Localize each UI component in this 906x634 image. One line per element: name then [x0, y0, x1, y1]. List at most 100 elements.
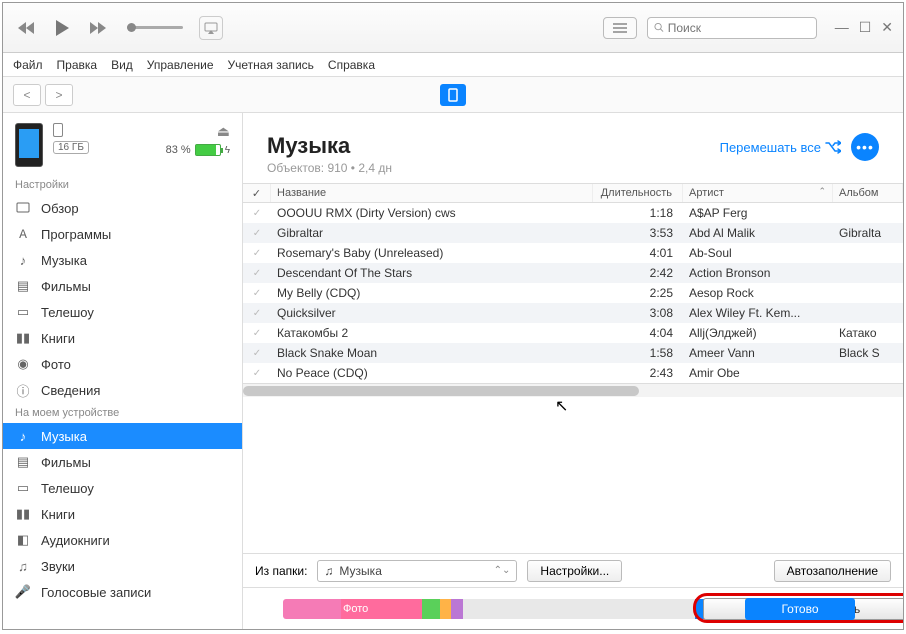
sidebar-item-d-voice[interactable]: 🎤Голосовые записи	[3, 579, 242, 605]
sidebar-item-label: Фильмы	[41, 455, 91, 470]
songs-table: ✓ Название Длительность Артист Альбом ✓O…	[243, 183, 903, 553]
row-album: Катако	[833, 323, 903, 343]
sidebar-item-label: Фильмы	[41, 279, 91, 294]
menu-файл[interactable]: Файл	[13, 58, 43, 72]
row-name: Quicksilver	[271, 303, 593, 323]
page-subtitle: Объектов: 910 • 2,4 дн	[267, 161, 392, 175]
sidebar-item-label: Книги	[41, 331, 75, 346]
nav-back-button[interactable]: <	[13, 84, 41, 106]
close-button[interactable]: ✕	[881, 19, 893, 36]
shuffle-all-link[interactable]: Перемешать все	[720, 140, 841, 155]
row-album	[833, 290, 903, 296]
photos-icon: ◉	[15, 356, 31, 372]
movies-icon: ▤	[15, 278, 31, 294]
minimize-button[interactable]: —	[835, 19, 849, 36]
sidebar-item-tv[interactable]: ▭Телешоу	[3, 299, 242, 325]
row-album	[833, 310, 903, 316]
table-header: ✓ Название Длительность Артист Альбом	[243, 183, 903, 203]
sidebar-item-photos[interactable]: ◉ Фото	[3, 351, 242, 377]
table-row[interactable]: ✓Gibraltar3:53Abd Al MalikGibralta	[243, 223, 903, 243]
play-button[interactable]	[49, 15, 75, 41]
table-row[interactable]: ✓Rosemary's Baby (Unreleased)4:01Ab-Soul	[243, 243, 903, 263]
row-duration: 2:43	[593, 363, 683, 383]
horizontal-scrollbar[interactable]	[243, 383, 903, 397]
row-duration: 4:01	[593, 243, 683, 263]
row-check[interactable]: ✓	[243, 365, 271, 382]
eject-button[interactable]: ⏏	[217, 123, 230, 140]
menu-учетная запись[interactable]: Учетная запись	[228, 58, 314, 72]
d-tv-icon: ▭	[15, 480, 31, 496]
sidebar-item-movies[interactable]: ▤ Фильмы	[3, 273, 242, 299]
col-artist[interactable]: Артист	[683, 184, 833, 202]
info-icon: ⓘ	[15, 382, 31, 398]
menu-правка[interactable]: Правка	[57, 58, 98, 72]
next-button[interactable]	[85, 15, 111, 41]
sidebar-item-books[interactable]: ▮▮Книги	[3, 325, 242, 351]
table-row[interactable]: ✓OOOUU RMX (Dirty Version) cws1:18A$AP F…	[243, 203, 903, 223]
sidebar-item-label: Музыка	[41, 253, 87, 268]
sidebar-item-label: Фото	[41, 357, 71, 372]
row-name: Black Snake Moan	[271, 343, 593, 363]
page-title: Музыка	[267, 133, 392, 159]
row-artist: Allj(Элджей)	[683, 323, 833, 343]
row-check[interactable]: ✓	[243, 265, 271, 282]
row-artist: Aesop Rock	[683, 283, 833, 303]
row-check[interactable]: ✓	[243, 205, 271, 222]
sidebar-item-apps[interactable]: AПрограммы	[3, 221, 242, 247]
folder-select[interactable]: ♫ Музыка ⌃⌄	[317, 560, 517, 582]
row-album	[833, 370, 903, 376]
col-duration[interactable]: Длительность	[593, 184, 683, 202]
row-artist: Action Bronson	[683, 263, 833, 283]
sidebar-item-label: Голосовые записи	[41, 585, 151, 600]
row-check[interactable]: ✓	[243, 225, 271, 242]
col-name[interactable]: Название	[271, 184, 593, 202]
sidebar-item-label: Сведения	[41, 383, 100, 398]
table-row[interactable]: ✓Descendant Of The Stars2:42Action Brons…	[243, 263, 903, 283]
row-check[interactable]: ✓	[243, 345, 271, 362]
row-name: No Peace (CDQ)	[271, 363, 593, 383]
sidebar-item-d-tones[interactable]: ♫Звуки	[3, 553, 242, 579]
storage-badge: 16 ГБ	[53, 141, 89, 154]
sidebar-item-overview[interactable]: Обзор	[3, 195, 242, 221]
search-input[interactable]	[647, 17, 817, 39]
row-duration: 3:53	[593, 223, 683, 243]
menu-вид[interactable]: Вид	[111, 58, 133, 72]
sidebar-item-d-tv[interactable]: ▭Телешоу	[3, 475, 242, 501]
table-row[interactable]: ✓My Belly (CDQ)2:25Aesop Rock	[243, 283, 903, 303]
row-name: Rosemary's Baby (Unreleased)	[271, 243, 593, 263]
folder-settings-button[interactable]: Настройки...	[527, 560, 622, 582]
airplay-button[interactable]	[199, 16, 223, 40]
previous-button[interactable]	[13, 15, 39, 41]
row-album	[833, 210, 903, 216]
sidebar-item-d-audiobooks[interactable]: ◧Аудиокниги	[3, 527, 242, 553]
sidebar-item-music[interactable]: ♪Музыка	[3, 247, 242, 273]
sidebar-item-info[interactable]: ⓘ Сведения	[3, 377, 242, 403]
row-check[interactable]: ✓	[243, 245, 271, 262]
row-check[interactable]: ✓	[243, 285, 271, 302]
volume-slider[interactable]	[127, 26, 183, 29]
row-album: Black S	[833, 343, 903, 363]
list-view-button[interactable]	[603, 17, 637, 39]
row-check[interactable]: ✓	[243, 305, 271, 322]
table-row[interactable]: ✓Катакомбы 24:04Allj(Элджей)Катако	[243, 323, 903, 343]
table-row[interactable]: ✓Black Snake Moan1:58Ameer VannBlack S	[243, 343, 903, 363]
table-row[interactable]: ✓No Peace (CDQ)2:43Amir Obe	[243, 363, 903, 383]
col-album[interactable]: Альбом	[833, 184, 903, 202]
sidebar-item-d-movies[interactable]: ▤Фильмы	[3, 449, 242, 475]
table-row[interactable]: ✓Quicksilver3:08Alex Wiley Ft. Kem...	[243, 303, 903, 323]
menu-управление[interactable]: Управление	[147, 58, 214, 72]
sidebar-item-d-books[interactable]: ▮▮Книги	[3, 501, 242, 527]
done-button[interactable]: Готово	[745, 598, 855, 620]
device-toggle-button[interactable]	[440, 84, 466, 106]
menu-справка[interactable]: Справка	[328, 58, 375, 72]
more-button[interactable]: •••	[851, 133, 879, 161]
autofill-button[interactable]: Автозаполнение	[774, 560, 891, 582]
nav-forward-button[interactable]: >	[45, 84, 73, 106]
sidebar-item-d-music[interactable]: ♪Музыка	[3, 423, 242, 449]
shuffle-icon	[825, 140, 841, 154]
search-field[interactable]	[668, 21, 810, 35]
row-check[interactable]: ✓	[243, 325, 271, 342]
row-artist: Ameer Vann	[683, 343, 833, 363]
maximize-button[interactable]: ☐	[859, 19, 872, 36]
col-check[interactable]: ✓	[243, 184, 271, 202]
